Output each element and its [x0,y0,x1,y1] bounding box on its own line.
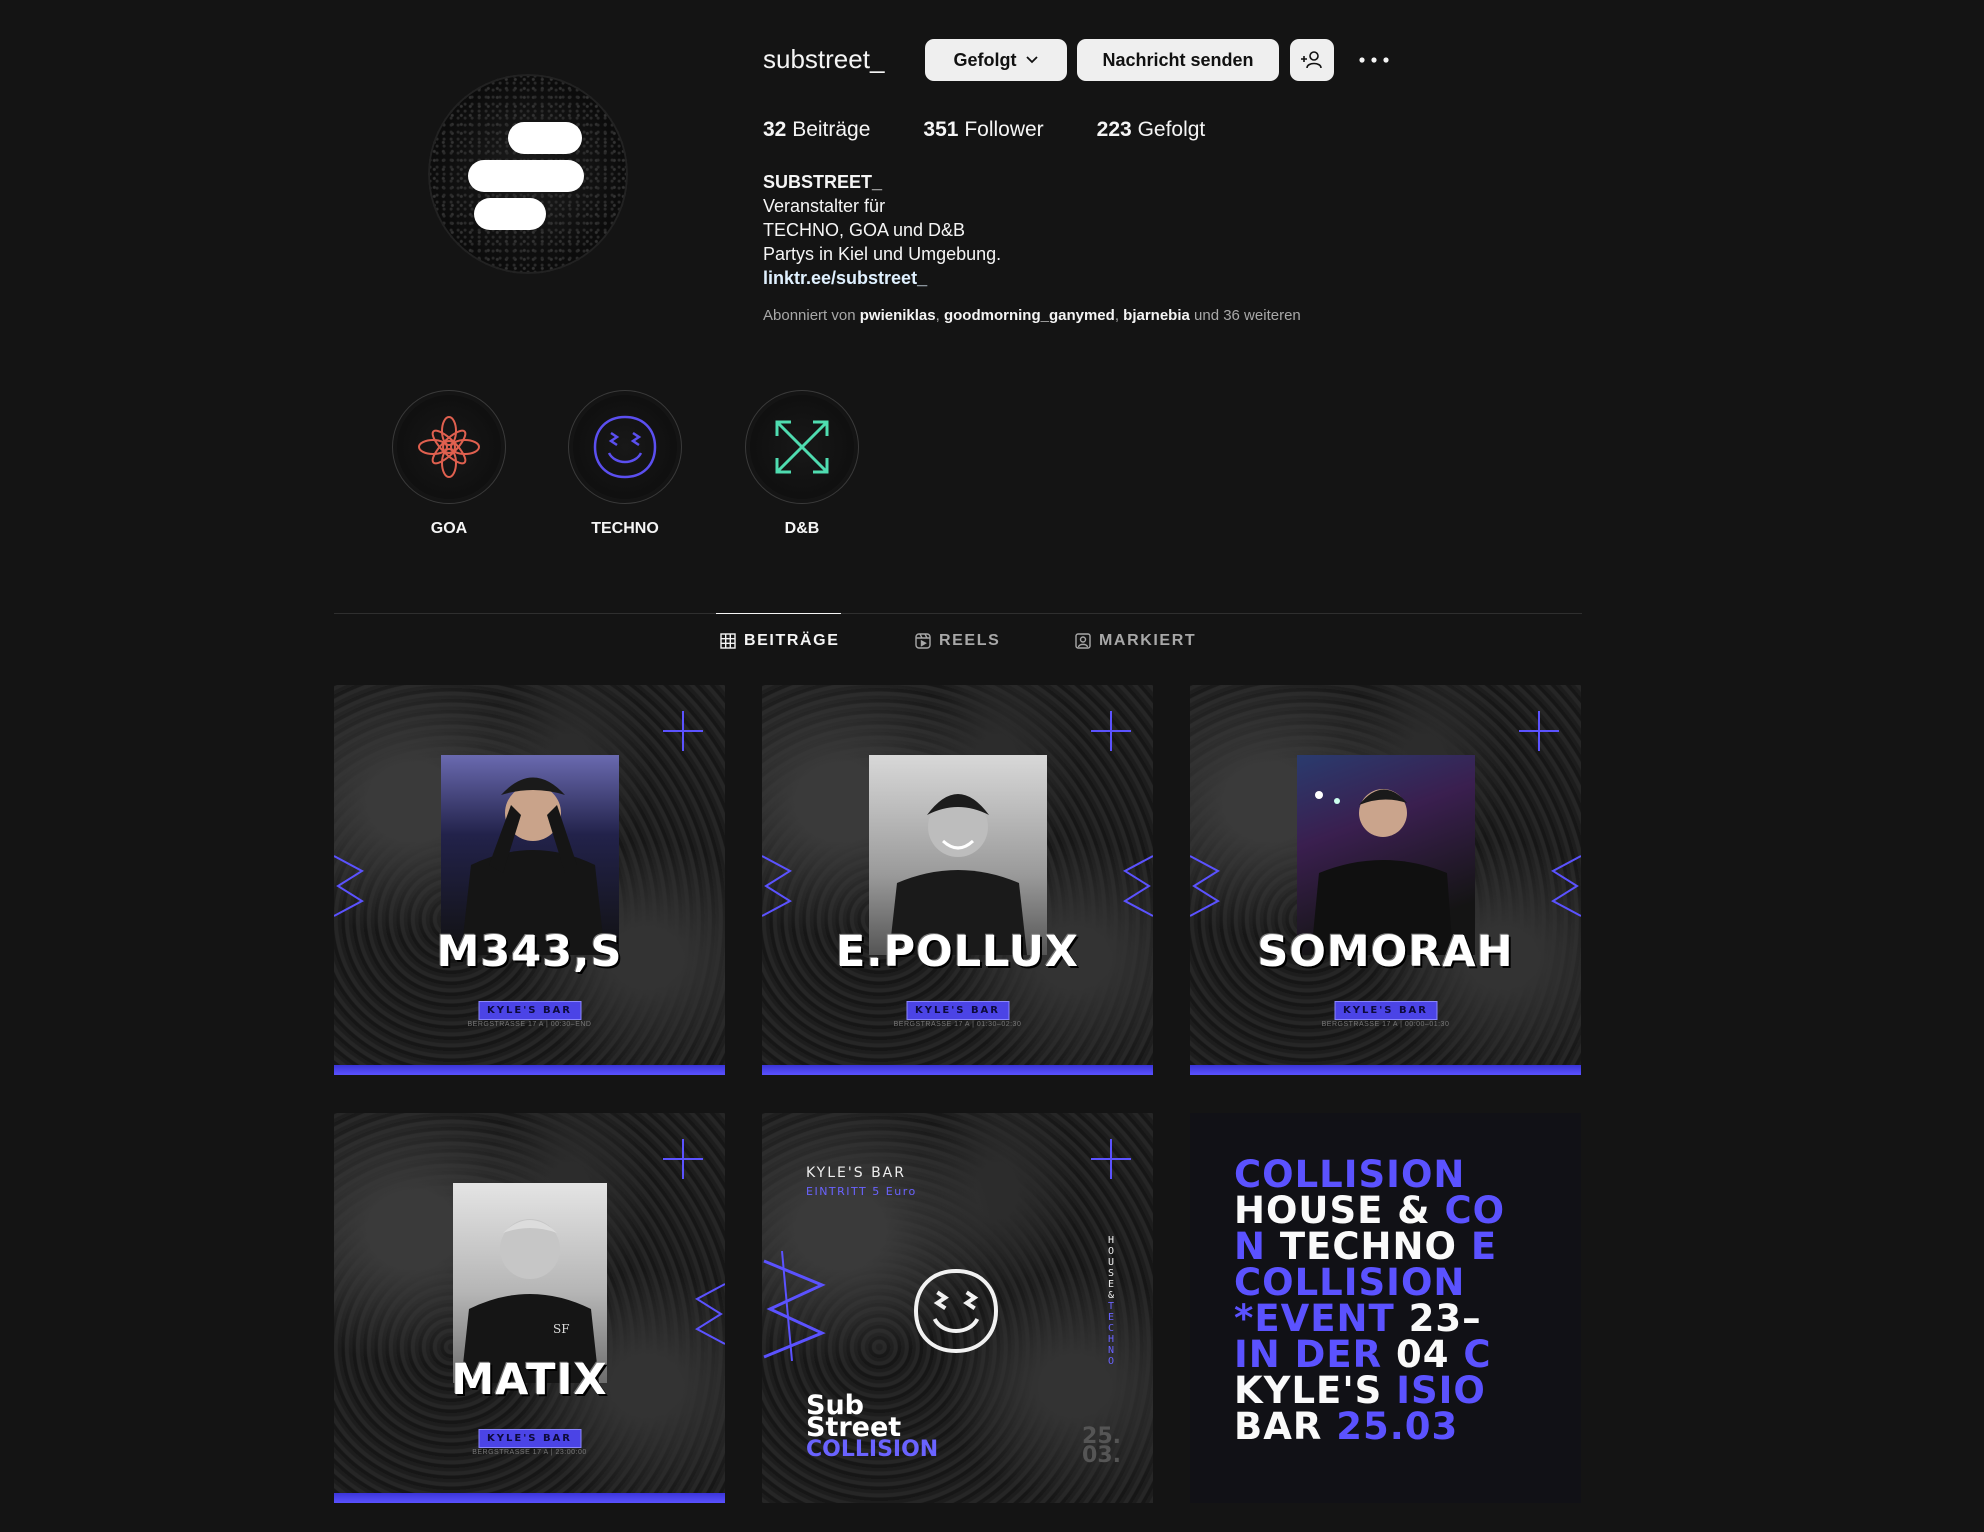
artist-name: M343,S [436,927,623,977]
post-tile[interactable]: E.POLLUX KYLE'S BAR BERGSTRASSE 17 A | 0… [762,685,1153,1075]
highlight-label: D&B [784,520,820,537]
add-person-icon [1301,51,1322,69]
post-tile[interactable]: M343,S KYLE'S BAR BERGSTRASSE 17 A | 00:… [334,685,725,1075]
venue-badge: KYLE'S BAR [906,1001,1009,1020]
bio-link[interactable]: linktr.ee/substreet_ [763,268,927,288]
accent-bar [334,1065,725,1075]
posts-stat: 32 Beiträge [763,118,871,141]
more-options-button[interactable] [1354,45,1394,75]
smiley-icon [593,415,657,479]
chevron-down-icon [1025,56,1038,64]
zigzag-decoration-icon [695,1283,725,1345]
following-button-label: Gefolgt [953,49,1017,70]
plus-decoration-icon [1091,711,1131,751]
follower-username[interactable]: goodmorning_ganymed [944,307,1115,324]
plus-decoration-icon [1091,1139,1131,1179]
tab-label: MARKIERT [1099,632,1197,649]
plus-decoration-icon [1519,711,1559,751]
profile-stats: 32 Beiträge 351 Follower 223 Gefolgt [763,118,1258,142]
artist-name: E.POLLUX [835,927,1080,977]
event-entry-fee: EINTRITT 5 Euro [806,1185,917,1198]
ellipsis-icon [1359,57,1389,63]
tab-label: REELS [939,632,1001,649]
post-tile[interactable]: KYLE'S BAR EINTRITT 5 Euro H O U S E & T E C H N O … [762,1113,1153,1503]
followers-stat[interactable]: 351 Follower [923,118,1043,142]
bio-line: Veranstalter für [763,196,886,216]
tagged-icon [1075,633,1091,649]
post-tile[interactable]: SOMORAH KYLE'S BAR BERGSTRASSE 17 A | 00… [1190,685,1581,1075]
profile-username: substreet_ [763,44,885,74]
event-venue: KYLE'S BAR [806,1165,906,1181]
send-message-label: Nachricht senden [1102,49,1254,70]
plus-decoration-icon [663,1139,703,1179]
highlight-label: TECHNO [591,520,659,537]
mandala-icon [418,416,480,478]
plus-decoration-icon [663,711,703,751]
grid-icon [720,633,736,649]
vertical-genre-text: H O U S E & T E C H N O [1107,1235,1115,1367]
zigzag-decoration-icon [1190,855,1220,917]
follower-username[interactable]: pwieniklas [860,307,936,324]
arrows-icon [775,420,829,474]
highlight-label: GOA [430,520,468,537]
zigzag-decoration-icon [1551,855,1581,917]
venue-badge: KYLE'S BAR [478,1001,581,1020]
venue-badge: KYLE'S BAR [1334,1001,1437,1020]
accent-bar [334,1493,725,1503]
bio-line: TECHNO, GOA und D&B [763,220,966,240]
zigzag-decoration-icon [762,855,792,917]
highlight-dnb[interactable]: D&B [745,390,859,538]
followed-by-text[interactable]: Abonniert von pwieniklas, goodmorning_ga… [763,307,1301,324]
artist-photo [868,755,1047,955]
following-button[interactable]: Gefolgt [925,39,1067,81]
highlight-goa[interactable]: GOA [392,390,506,538]
reels-icon [915,633,931,649]
zigzag-decoration-icon [334,855,364,917]
tab-reels[interactable]: REELS [915,615,1000,667]
smiley-icon [913,1268,999,1354]
profile-bio: SUBSTREET_ Veranstalter für TECHNO, GOA … [763,170,1001,290]
event-address: BERGSTRASSE 17 A | 23:00:00 [472,1449,587,1456]
typographic-poster: COLLISION HOUSE & CO N TECHNO E COLLISIO… [1234,1153,1506,1448]
bio-display-name: SUBSTREET_ [763,172,883,192]
zigzag-decoration-icon [763,1251,826,1361]
artist-photo [1296,755,1475,955]
accent-bar [1190,1065,1581,1075]
highlight-techno[interactable]: TECHNO [568,390,682,538]
post-tile[interactable]: COLLISION HOUSE & CO N TECHNO E COLLISIO… [1190,1113,1581,1503]
follower-username[interactable]: bjarnebia [1123,307,1190,324]
event-address: BERGSTRASSE 17 A | 00:30–END [467,1021,592,1028]
event-address: BERGSTRASSE 17 A | 00:00–01:30 [1321,1021,1450,1028]
artist-name: MATIX [451,1355,608,1405]
bio-line: Partys in Kiel und Umgebung. [763,244,1002,264]
svg-text:SF: SF [553,1322,570,1336]
following-stat[interactable]: 223 Gefolgt [1097,118,1206,142]
post-tile[interactable]: SF MATIX KYLE'S BAR BERGSTRASSE 17 A | 2… [334,1113,725,1503]
event-title: Sub Street COLLISION [806,1390,939,1462]
artist-name: SOMORAH [1257,927,1514,977]
event-date: 25. 03. [1082,1424,1121,1468]
profile-avatar[interactable] [428,74,628,274]
substreet-logo [468,122,584,230]
tab-label: BEITRÄGE [744,632,840,649]
venue-badge: KYLE'S BAR [478,1429,581,1448]
tab-tagged[interactable]: MARKIERT [1075,615,1196,667]
accent-bar [762,1065,1153,1075]
tabs-divider [334,613,1582,614]
event-address: BERGSTRASSE 17 A | 01:30–02:30 [893,1021,1022,1028]
zigzag-decoration-icon [1123,855,1153,917]
artist-photo: SF [452,1183,607,1383]
artist-photo [440,755,619,955]
tab-posts[interactable]: BEITRÄGE [715,613,842,667]
send-message-button[interactable]: Nachricht senden [1077,39,1279,81]
suggest-user-button[interactable] [1290,39,1334,81]
